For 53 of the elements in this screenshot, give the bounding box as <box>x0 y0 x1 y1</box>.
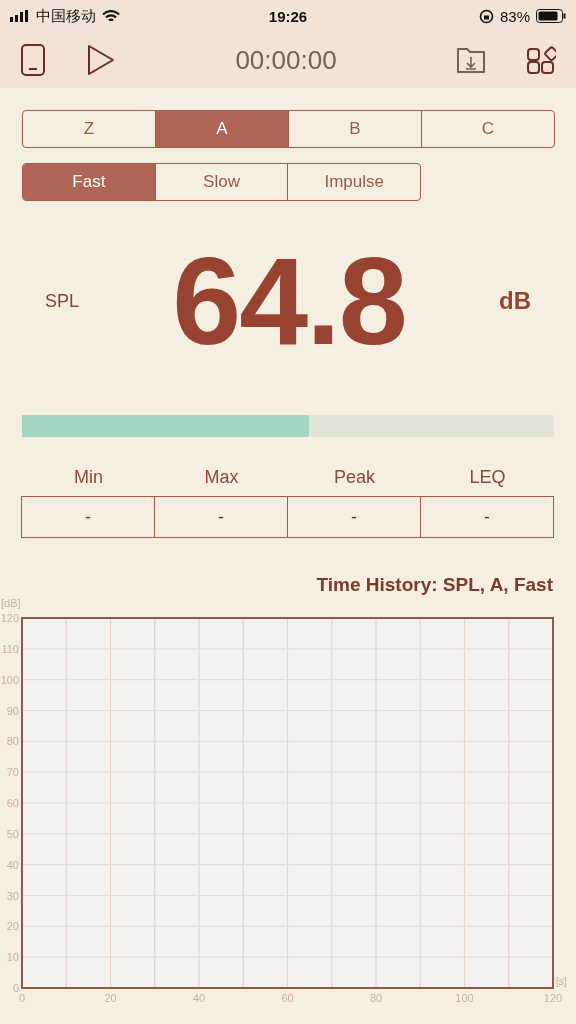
stat-label: LEQ <box>468 467 507 489</box>
x-tick-label: 120 <box>543 992 563 1004</box>
x-tick-label: 0 <box>18 992 26 1004</box>
battery-percent: 83% <box>499 7 530 25</box>
stat-label: Peak <box>333 467 376 489</box>
y-tick-label: 120 <box>0 612 19 624</box>
chart-title: Time History: SPL, A, Fast <box>316 574 553 596</box>
download-folder-icon[interactable] <box>456 45 486 75</box>
y-tick-label: 0 <box>12 982 19 994</box>
y-tick-label: 100 <box>0 673 19 686</box>
phone-icon[interactable] <box>20 43 46 77</box>
stat-label: Max <box>203 467 240 489</box>
y-tick-label: 110 <box>1 642 19 655</box>
weighting-tab[interactable]: Z <box>23 111 155 147</box>
x-tick-label: 40 <box>192 992 206 1004</box>
stat-value: - <box>154 496 288 538</box>
weighting-tab[interactable]: B <box>288 111 421 147</box>
play-icon[interactable] <box>86 44 116 76</box>
stat-value: - <box>287 496 421 538</box>
carrier-name: 中国移动 <box>36 6 96 26</box>
x-tick-label: 100 <box>455 992 474 1004</box>
axis-unit: [s] <box>556 976 567 987</box>
y-tick-label: 60 <box>6 797 19 809</box>
wifi-icon <box>102 9 120 23</box>
y-tick-label: 70 <box>6 766 19 779</box>
stat-value: - <box>420 496 554 538</box>
y-tick-label: 20 <box>6 920 19 933</box>
x-tick-label: 60 <box>281 992 294 1004</box>
response-tab[interactable]: Impulse <box>287 164 420 200</box>
measure-label: SPL <box>45 290 80 312</box>
unit-label: dB <box>499 287 531 315</box>
x-tick-label: 20 <box>104 992 117 1004</box>
grid-icon[interactable] <box>526 45 556 75</box>
level-reading: 64.8 <box>171 231 407 372</box>
y-tick-label: 30 <box>6 889 19 902</box>
elapsed-timer: 00:00:00 <box>234 44 338 76</box>
y-tick-label: 50 <box>6 827 19 840</box>
signal-icon <box>10 10 30 22</box>
x-tick-label: 80 <box>369 992 383 1004</box>
stat-label: Min <box>73 467 104 489</box>
axis-unit: [dB] <box>1 597 21 609</box>
y-tick-label: 40 <box>6 858 19 871</box>
y-tick-label: 80 <box>6 735 19 748</box>
y-tick-label: 90 <box>6 704 19 717</box>
weighting-tab[interactable]: A <box>155 111 288 147</box>
stat-value: - <box>21 496 155 538</box>
battery-icon <box>536 9 566 23</box>
y-tick-label: 10 <box>6 951 19 964</box>
weighting-tab[interactable]: C <box>421 111 554 147</box>
response-tab[interactable]: Fast <box>23 164 155 200</box>
clock: 19:26 <box>268 7 308 25</box>
response-tab[interactable]: Slow <box>154 164 288 200</box>
rotation-lock-icon <box>478 8 494 24</box>
